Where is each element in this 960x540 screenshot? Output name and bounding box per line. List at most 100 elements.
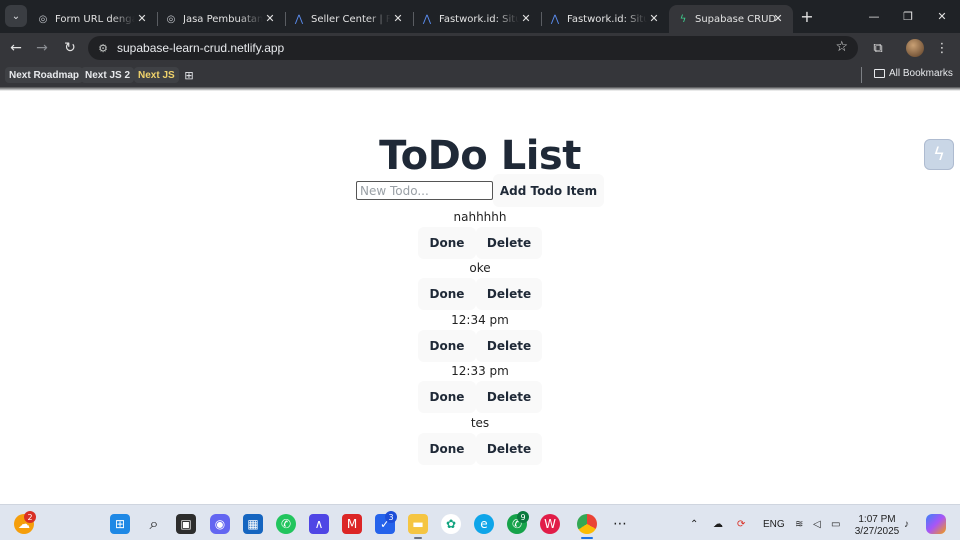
todo-text: 12:33 pm <box>451 364 509 378</box>
running-indicator <box>581 537 593 539</box>
more-apps-icon[interactable]: ⋯ <box>610 514 630 534</box>
done-button[interactable]: Done <box>418 433 476 465</box>
tab-1[interactable]: ◎ Form URL dengan ✕ <box>29 5 158 33</box>
chatgpt-icon[interactable]: ✿ <box>441 514 461 534</box>
profile-avatar[interactable] <box>906 39 924 57</box>
tab-3[interactable]: ⋀ Seller Center | Fast ✕ <box>285 5 414 33</box>
back-arrow-icon[interactable]: ← <box>5 37 27 59</box>
file-explorer-icon[interactable]: ▬ <box>408 514 428 534</box>
minimize-icon[interactable]: — <box>864 6 884 26</box>
tab-title: Supabase CRUD <box>695 13 777 25</box>
tab-strip: ⌄ ◎ Form URL dengan ✕ ◎ Jasa Pembuatan W… <box>0 0 960 33</box>
globe-icon: ◎ <box>166 13 176 25</box>
bookmarks-separator <box>861 67 862 83</box>
store-icon[interactable]: ▦ <box>243 514 263 534</box>
tab-5[interactable]: ⋀ Fastwork.id: Situs F ✕ <box>541 5 669 33</box>
supabase-icon: ϟ <box>679 13 687 25</box>
all-bookmarks-button[interactable]: All Bookmarks <box>874 68 953 79</box>
close-icon[interactable]: ✕ <box>771 11 785 25</box>
forward-arrow-icon[interactable]: → <box>31 37 53 59</box>
done-button[interactable]: Done <box>418 381 476 413</box>
copilot-icon[interactable] <box>926 514 946 534</box>
chevron-up-icon[interactable]: ⌃ <box>690 519 698 530</box>
browser-toolbar: ← → ↻ ⚙ supabase-learn-crud.netlify.app … <box>0 33 960 63</box>
site-settings-icon[interactable]: ⚙ <box>96 41 110 55</box>
edge-icon[interactable]: e <box>474 514 494 534</box>
close-icon[interactable]: ✕ <box>519 11 533 25</box>
sync-icon[interactable]: ⟳ <box>737 519 745 530</box>
done-button[interactable]: Done <box>418 330 476 362</box>
tab-6-active[interactable]: ϟ Supabase CRUD ✕ <box>669 5 793 33</box>
search-icon[interactable]: ⌕ <box>144 514 164 534</box>
delete-button[interactable]: Delete <box>476 278 542 310</box>
clock-time: 1:07 PM <box>858 514 896 525</box>
delete-button[interactable]: Delete <box>476 433 542 465</box>
wps-office-icon[interactable]: W <box>540 514 560 534</box>
tab-title: Jasa Pembuatan W <box>183 13 263 25</box>
whatsapp-icon[interactable]: ✆ <box>276 514 296 534</box>
extensions-puzzle-icon[interactable]: ⧉ <box>868 38 888 58</box>
todo-text: tes <box>470 416 490 430</box>
delete-button[interactable]: Delete <box>476 330 542 362</box>
new-todo-input[interactable] <box>356 181 493 200</box>
more-menu-icon[interactable]: ⋮ <box>932 38 952 58</box>
tab-2[interactable]: ◎ Jasa Pembuatan W ✕ <box>157 5 286 33</box>
fastwork-icon: ⋀ <box>294 13 304 25</box>
address-bar[interactable]: ⚙ supabase-learn-crud.netlify.app ☆ <box>88 36 858 60</box>
window-close-icon[interactable]: ✕ <box>932 6 952 26</box>
visual-studio-icon[interactable]: ∧ <box>309 514 329 534</box>
page-title: ToDo List <box>379 133 581 179</box>
close-icon[interactable]: ✕ <box>263 11 277 25</box>
delete-button[interactable]: Delete <box>476 227 542 259</box>
clock-date: 3/27/2025 <box>854 526 900 537</box>
bookmark-next-js[interactable]: Next JS <box>134 67 179 83</box>
tab-title: Seller Center | Fast <box>311 13 391 25</box>
mcafee-icon[interactable]: M <box>342 514 362 534</box>
close-icon[interactable]: ✕ <box>391 11 405 25</box>
bookmark-next-roadmap[interactable]: Next Roadmap <box>5 67 84 83</box>
taskbar-clock[interactable]: 1:07 PM 3/27/2025 <box>852 514 902 538</box>
delete-button[interactable]: Delete <box>476 381 542 413</box>
chevron-down-icon: ⌄ <box>11 10 21 22</box>
battery-icon[interactable]: ▭ <box>831 519 840 530</box>
speaker-icon[interactable]: ◁ <box>813 519 821 530</box>
tab-title: Fastwork.id: Situs F <box>567 13 647 25</box>
fastwork-icon: ⋀ <box>422 13 432 25</box>
todo-text: oke <box>469 261 491 275</box>
bookmark-star-icon[interactable]: ☆ <box>835 39 848 55</box>
task-view-icon[interactable]: ▣ <box>176 514 196 534</box>
todo-badge: 3 <box>385 511 397 523</box>
folder-icon <box>874 69 885 78</box>
restore-icon[interactable]: ❐ <box>898 6 918 26</box>
bookmarks-bar: Next Roadmap Next JS 2 Next JS ⊞ <box>0 63 960 87</box>
todo-text: nahhhhh <box>453 210 507 224</box>
add-todo-button[interactable]: Add Todo Item <box>493 174 604 207</box>
language-indicator[interactable]: ENG <box>763 519 785 530</box>
lightning-extension-icon[interactable]: ϟ <box>924 139 954 170</box>
meet-icon[interactable]: ◉ <box>210 514 230 534</box>
close-icon[interactable]: ✕ <box>647 11 661 25</box>
apps-grid-icon[interactable]: ⊞ <box>183 69 195 82</box>
done-button[interactable]: Done <box>418 227 476 259</box>
notification-bell-icon[interactable]: ♪ <box>904 519 909 530</box>
tab-search-button[interactable]: ⌄ <box>5 5 27 27</box>
fastwork-icon: ⋀ <box>550 13 560 25</box>
tab-4[interactable]: ⋀ Fastwork.id: Situs F ✕ <box>413 5 542 33</box>
wifi-icon[interactable]: ≋ <box>795 519 803 530</box>
page-top-shadow <box>0 87 960 91</box>
onedrive-icon[interactable]: ☁ <box>713 519 723 530</box>
all-bookmarks-label: All Bookmarks <box>889 68 953 79</box>
done-button[interactable]: Done <box>418 278 476 310</box>
bookmark-next-js-2[interactable]: Next JS 2 <box>81 67 135 83</box>
tab-title: Fastwork.id: Situs F <box>439 13 519 25</box>
reload-icon[interactable]: ↻ <box>59 37 81 59</box>
weather-badge: 2 <box>24 511 36 523</box>
close-icon[interactable]: ✕ <box>135 11 149 25</box>
windows-taskbar: ☁ 2 ⊞ ⌕ ▣ ◉ ▦ ✆ ∧ M ✓ 3 ▬ ✿ e ✆ 9 W ⋯ ⌃ … <box>0 504 960 540</box>
todo-text: 12:34 pm <box>451 313 509 327</box>
new-tab-icon[interactable]: + <box>797 6 817 26</box>
chrome-icon[interactable] <box>577 514 597 534</box>
url-text: supabase-learn-crud.netlify.app <box>117 41 285 55</box>
windows-start-icon[interactable]: ⊞ <box>110 514 130 534</box>
tab-title: Form URL dengan <box>55 13 135 25</box>
